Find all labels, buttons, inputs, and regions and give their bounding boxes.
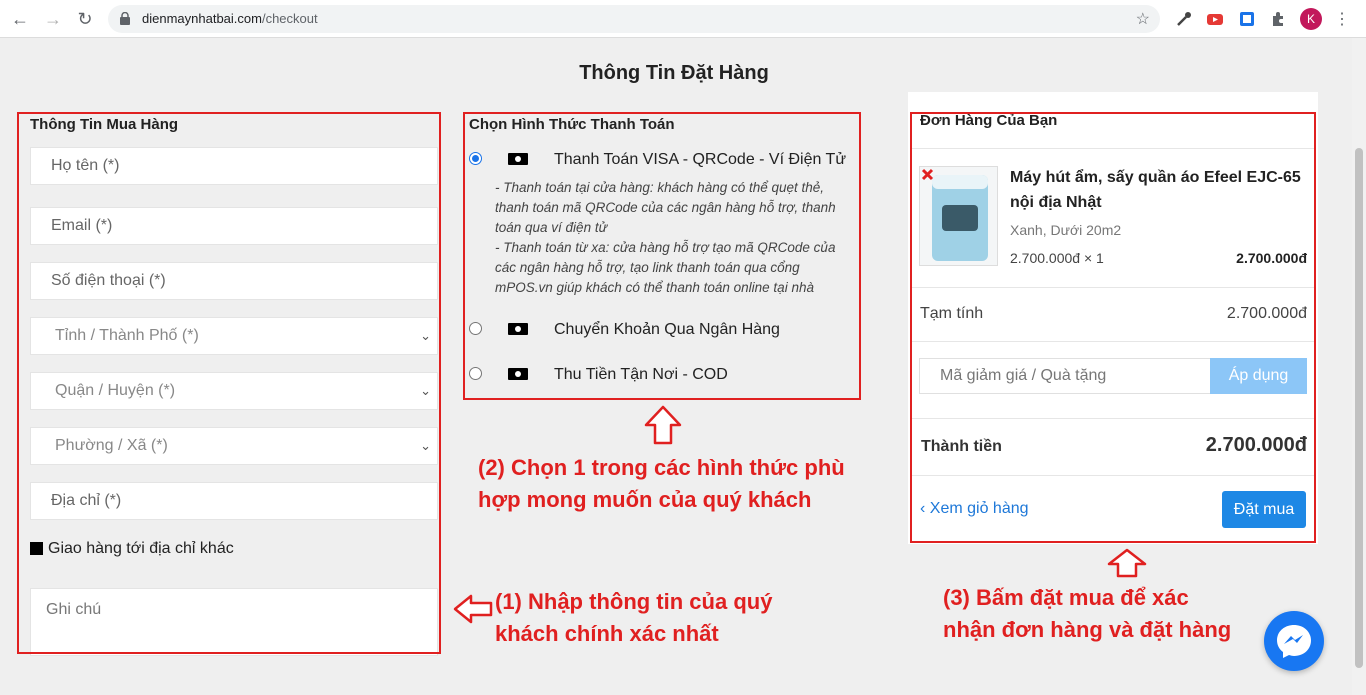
eyedropper-extension-icon[interactable] bbox=[1174, 9, 1194, 29]
messenger-icon bbox=[1277, 625, 1311, 658]
url-path: /checkout bbox=[261, 11, 318, 26]
step1-line2: khách chính xác nhất bbox=[495, 621, 719, 646]
youtube-extension-icon[interactable] bbox=[1205, 9, 1225, 29]
step2-annotation: (2) Chọn 1 trong các hình thức phù hợp m… bbox=[478, 452, 845, 516]
step3-line2: nhận đơn hàng và đặt hàng bbox=[943, 617, 1232, 642]
url-text: dienmaynhatbai.com/checkout bbox=[142, 11, 318, 26]
up-arrow-annotation-icon bbox=[644, 405, 682, 445]
scrollbar-thumb[interactable] bbox=[1355, 148, 1363, 668]
page-title: Thông Tin Đặt Hàng bbox=[579, 62, 769, 84]
bookmark-star-icon[interactable]: ☆ bbox=[1136, 9, 1150, 29]
payment-highlight-box bbox=[463, 112, 861, 400]
back-arrow-icon[interactable]: ← bbox=[10, 9, 30, 29]
step3-line1: (3) Bấm đặt mua để xác bbox=[943, 585, 1189, 610]
order-highlight-box bbox=[910, 112, 1316, 543]
reload-icon[interactable]: ↻ bbox=[75, 9, 95, 29]
step1-annotation: (1) Nhập thông tin của quý khách chính x… bbox=[495, 586, 772, 650]
step1-line1: (1) Nhập thông tin của quý bbox=[495, 589, 773, 614]
step2-line1: (2) Chọn 1 trong các hình thức phù bbox=[478, 455, 845, 480]
messenger-chat-button[interactable] bbox=[1264, 611, 1324, 671]
browser-toolbar: ← → ↻ dienmaynhatbai.com/checkout ☆ K ⋮ bbox=[0, 0, 1366, 38]
puzzle-extensions-icon[interactable] bbox=[1268, 9, 1288, 29]
forward-arrow-icon[interactable]: → bbox=[43, 9, 63, 29]
left-arrow-annotation-icon bbox=[453, 594, 493, 624]
buyer-highlight-box bbox=[17, 112, 441, 654]
lock-icon bbox=[120, 12, 130, 25]
address-bar[interactable]: dienmaynhatbai.com/checkout ☆ bbox=[108, 5, 1160, 33]
up-arrow-annotation-icon bbox=[1107, 548, 1147, 578]
step2-line2: hợp mong muốn của quý khách bbox=[478, 487, 812, 512]
menu-kebab-icon[interactable]: ⋮ bbox=[1334, 9, 1350, 29]
translate-extension-icon[interactable] bbox=[1237, 9, 1257, 29]
profile-avatar[interactable]: K bbox=[1300, 8, 1322, 30]
page-scrollbar[interactable] bbox=[1352, 38, 1366, 695]
step3-annotation: (3) Bấm đặt mua để xác nhận đơn hàng và … bbox=[943, 582, 1231, 646]
url-host: dienmaynhatbai.com bbox=[142, 11, 262, 26]
